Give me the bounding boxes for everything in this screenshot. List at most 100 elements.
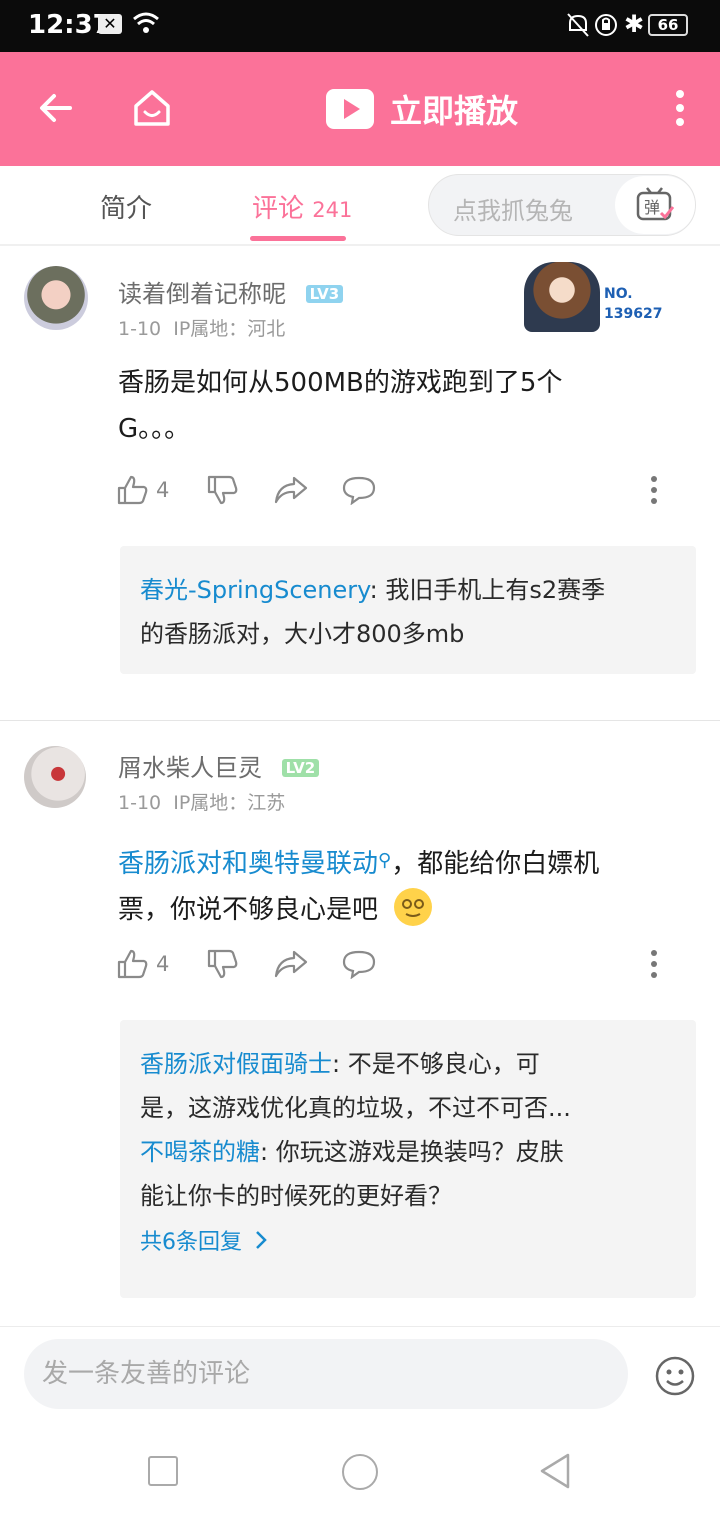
bluetooth-icon: ✱ (624, 10, 645, 38)
back-nav-button[interactable] (538, 1452, 572, 1494)
thumbs-down-icon (207, 949, 238, 979)
kebab-menu-icon (651, 950, 657, 978)
home-icon (134, 90, 170, 126)
danmaku-toggle-button[interactable]: 弹 (615, 176, 695, 234)
home-nav-button[interactable] (342, 1454, 378, 1490)
comment-meta: 1-10 IP属地：江苏 (118, 788, 285, 815)
mute-bell-icon (566, 12, 590, 44)
reply-item[interactable]: 不喝茶的糖: 你玩这游戏是换装吗？皮肤 能让你卡的时候死的更好看？ (140, 1130, 676, 1218)
avatar[interactable] (24, 746, 86, 808)
topic-search-link[interactable]: 香肠派对和奥特曼联动 (118, 849, 378, 879)
back-arrow-icon (40, 94, 72, 122)
reply-separator: : (260, 1138, 276, 1166)
content-tabs: 简介 评论 241 点我抓兔兔 弹 (0, 166, 720, 246)
tv-play-icon (326, 89, 374, 129)
comment-divider (0, 720, 720, 721)
comment-text-segment: 票，你说不够良心是吧 (118, 895, 379, 925)
reply-username[interactable]: 不喝茶的糖 (140, 1138, 260, 1166)
like-button[interactable]: 4 (116, 472, 169, 508)
danmaku-placeholder: 点我抓兔兔 (453, 197, 573, 225)
reply-text: 是，这游戏优化真的垃圾，不过不可否... (140, 1094, 571, 1122)
badge-character-image (524, 262, 600, 332)
comment-more-button[interactable] (650, 946, 658, 982)
comment-ip: IP属地：江苏 (173, 792, 286, 814)
comment-text-segment: ，都能给你白嫖机 (391, 849, 600, 879)
comment-text: 香肠是如何从500MB的游戏跑到了5个 G。。。 (118, 360, 658, 452)
thumbs-down-icon (207, 475, 238, 505)
reply-item[interactable]: 春光-SpringScenery: 我旧手机上有s2赛季 的香肠派对，大小才80… (140, 568, 676, 656)
reply-username[interactable]: 春光-SpringScenery (140, 576, 370, 604)
system-nav-bar (0, 1426, 720, 1520)
view-all-replies-label: 共6条回复 (140, 1230, 242, 1255)
share-button[interactable] (274, 946, 308, 982)
dislike-button[interactable] (206, 946, 238, 982)
tab-intro[interactable]: 简介 (100, 188, 152, 225)
smiley-icon (655, 1356, 695, 1396)
active-tab-indicator (250, 236, 346, 241)
danmaku-icon: 弹 (636, 187, 675, 221)
like-count: 4 (156, 478, 170, 502)
level-badge: LV3 (305, 285, 344, 303)
reply-username[interactable]: 香肠派对假面骑士 (140, 1050, 332, 1078)
back-triangle-icon (540, 1453, 570, 1489)
reply-text: 不是不够良心，可 (347, 1050, 540, 1078)
chat-bubble-icon (342, 950, 376, 979)
comment-text-line: G。。。 (118, 414, 191, 444)
back-button[interactable] (28, 80, 84, 136)
username-text: 屑水柴人巨灵 (118, 754, 262, 782)
avatar[interactable] (24, 266, 88, 330)
share-button[interactable] (274, 472, 308, 508)
comment-date: 1-10 (118, 792, 162, 814)
reply-box[interactable]: 香肠派对假面骑士: 不是不够良心，可 是，这游戏优化真的垃圾，不过不可否... … (120, 1020, 696, 1298)
reply-separator: : (369, 576, 386, 604)
reply-text: 的香肠派对，大小才800多mb (140, 620, 465, 648)
recents-button[interactable] (148, 1456, 178, 1486)
danmaku-input[interactable]: 点我抓兔兔 弹 (428, 174, 696, 236)
reply-box[interactable]: 春光-SpringScenery: 我旧手机上有s2赛季 的香肠派对，大小才80… (120, 546, 696, 674)
reply-button[interactable] (342, 946, 376, 982)
status-bar: 12:37 ✕ ✱ 66 (0, 0, 720, 52)
comment-input[interactable]: 发一条友善的评论 (24, 1339, 628, 1409)
badge-no-label: NO. (604, 286, 633, 302)
comment-item: 读着倒着记称昵 LV3 1-10 IP属地：河北 NO. 139627 香肠是如… (0, 248, 720, 720)
comment-actions: 4 (116, 472, 696, 508)
more-options-button[interactable] (652, 80, 708, 136)
reply-text: 我旧手机上有s2赛季 (385, 576, 606, 604)
home-button[interactable] (124, 80, 180, 136)
level-badge: LV2 (281, 759, 320, 777)
like-button[interactable]: 4 (116, 946, 169, 982)
search-link-icon: ⚲ (378, 850, 392, 871)
comment-text-line: 票，你说不够良心是吧 (118, 887, 658, 933)
dislike-button[interactable] (206, 472, 238, 508)
comment-username[interactable]: 屑水柴人巨灵 LV2 (118, 748, 320, 783)
tab-comments[interactable]: 评论 241 (252, 188, 352, 225)
emoji-button[interactable] (654, 1355, 696, 1401)
comment-actions: 4 (116, 946, 696, 982)
reply-item[interactable]: 香肠派对假面骑士: 不是不够良心，可 是，这游戏优化真的垃圾，不过不可否... (140, 1042, 676, 1130)
notification-x-icon: ✕ (98, 14, 122, 34)
play-now-label: 立即播放 (390, 92, 519, 130)
username-text: 读着倒着记称昵 (118, 280, 286, 308)
comment-input-bar: 发一条友善的评论 (0, 1326, 720, 1426)
comment-more-button[interactable] (650, 472, 658, 508)
comment-username[interactable]: 读着倒着记称昵 LV3 (118, 274, 344, 309)
lock-rotation-icon (594, 12, 618, 44)
comment-meta: 1-10 IP属地：河北 (118, 314, 285, 341)
thumbs-up-icon (117, 475, 148, 505)
reply-button[interactable] (342, 472, 376, 508)
kebab-menu-icon (676, 90, 684, 126)
reply-text: 能让你卡的时候死的更好看？ (140, 1182, 452, 1210)
danmaku-char: 弹 (644, 198, 660, 217)
comment-text-line: 香肠派对和奥特曼联动⚲，都能给你白嫖机 (118, 838, 658, 887)
reply-text: 你玩这游戏是换装吗？皮肤 (275, 1138, 564, 1166)
share-icon (274, 476, 308, 504)
view-all-replies-link[interactable]: 共6条回复 (140, 1224, 676, 1256)
comment-text-line: 香肠是如何从500MB的游戏跑到了5个 (118, 368, 563, 398)
comment-count: 241 (312, 198, 353, 222)
emoji-sweat-smile-icon (394, 888, 433, 926)
share-icon (274, 950, 308, 978)
like-count: 4 (156, 952, 170, 976)
comment-text: 香肠派对和奥特曼联动⚲，都能给你白嫖机 票，你说不够良心是吧 (118, 838, 658, 933)
badge-number: 139627 (604, 306, 663, 322)
play-now-button[interactable]: 立即播放 (326, 82, 518, 136)
